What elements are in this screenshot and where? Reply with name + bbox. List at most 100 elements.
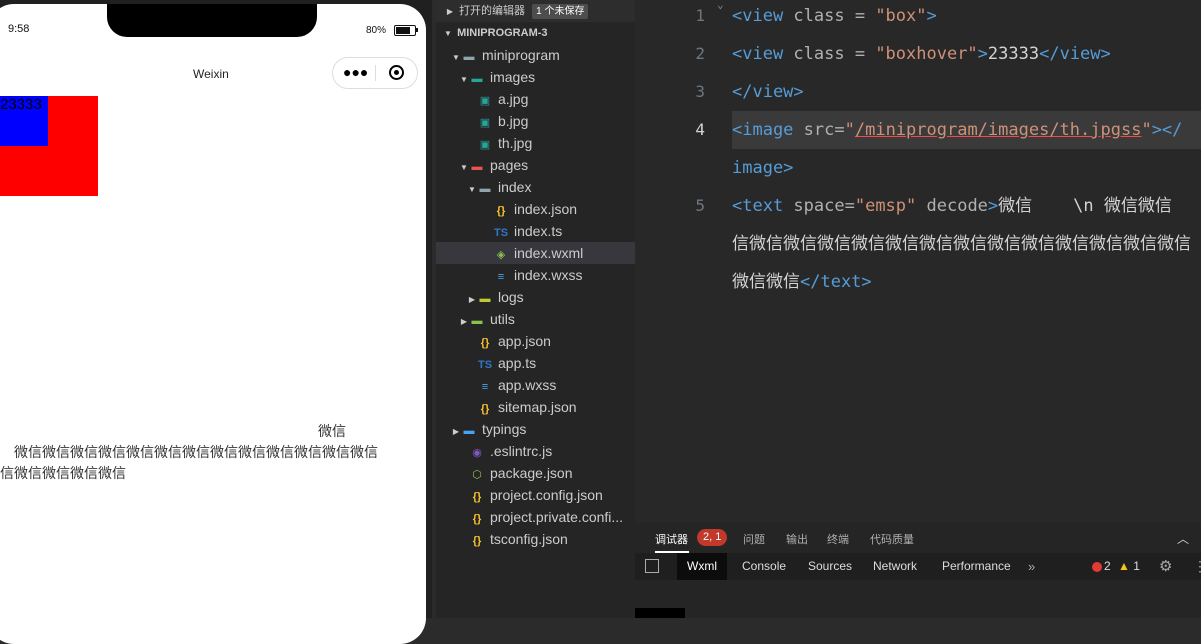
- code-token: >: [977, 44, 988, 64]
- code-line-4: <image src="/miniprogram/images/th.jpgss…: [732, 111, 1182, 149]
- project-header[interactable]: ▼ MINIPROGRAM-3: [436, 22, 635, 44]
- tree-item-label: a.jpg: [498, 91, 529, 107]
- devtools-content: [635, 580, 1201, 618]
- tree-item-label: b.jpg: [498, 113, 529, 129]
- file-explorer: ▶ 打开的编辑器 1 个未保存 ▼ MINIPROGRAM-3 ▼ ▬ minipr…: [436, 0, 635, 618]
- tree-item-label: package.json: [490, 465, 573, 481]
- json-icon: {}: [480, 403, 490, 415]
- json-icon: {}: [472, 491, 482, 503]
- image-folder-icon: ▬: [471, 73, 483, 85]
- tree-item-utils[interactable]: ▶ ▬ utils: [436, 308, 635, 330]
- image-src-path[interactable]: /miniprogram/images/th.jpgss: [855, 120, 1142, 140]
- unsaved-badge: 1 个未保存: [532, 4, 589, 19]
- code-token: 微信微信: [732, 272, 800, 292]
- code-token: 信微信微信微信微信微信微信微信微信微信微信微信微信微信: [732, 234, 1191, 254]
- tree-item-app-wxss[interactable]: ≡ app.wxss: [436, 374, 635, 396]
- code-token: <view: [732, 44, 784, 64]
- code-token: src=: [793, 120, 845, 140]
- text-line: 信微信微信微信微信: [0, 465, 126, 481]
- tab-output[interactable]: 输出: [786, 531, 808, 547]
- error-count-value: 2: [1104, 559, 1111, 573]
- tree-item-label: index: [498, 179, 532, 195]
- tree-item-sitemap-json[interactable]: {} sitemap.json: [436, 396, 635, 418]
- tree-item-index-wxss[interactable]: ≡ index.wxss: [436, 264, 635, 286]
- tree-item-project-config[interactable]: {} project.config.json: [436, 484, 635, 506]
- tab-problems[interactable]: 问题: [743, 531, 765, 547]
- inspect-element-icon[interactable]: [645, 559, 659, 573]
- devtools-indicator: [635, 608, 685, 618]
- tree-item-images[interactable]: ▼ ▬ images: [436, 66, 635, 88]
- tree-item-index-folder[interactable]: ▼ ▬ index: [436, 176, 635, 198]
- tree-item-miniprogram[interactable]: ▼ ▬ miniprogram: [436, 44, 635, 66]
- more-icon[interactable]: ●●●: [343, 64, 368, 80]
- chevron-down-icon: ▼: [444, 29, 452, 38]
- tree-item-index-json[interactable]: {} index.json: [436, 198, 635, 220]
- fold-chevron-icon[interactable]: ⌄: [717, 0, 724, 11]
- tree-item-pages[interactable]: ▼ ▬ pages: [436, 154, 635, 176]
- devtools-tab-sources[interactable]: Sources: [798, 553, 862, 580]
- code-token: >: [987, 196, 999, 216]
- close-target-icon[interactable]: [389, 65, 404, 80]
- status-time: 9:58: [8, 23, 30, 35]
- tree-item-label: project.private.confi...: [490, 509, 624, 525]
- code-token: image>: [732, 158, 794, 178]
- bottom-panel: 调试器 2, 1 问题 输出 终端 代码质量 ︿ Wxml Console So…: [635, 523, 1201, 618]
- gear-icon[interactable]: ⚙: [1159, 553, 1172, 580]
- tree-item-b-jpg[interactable]: ▣ b.jpg: [436, 110, 635, 132]
- devtools-tab-wxml[interactable]: Wxml: [677, 553, 727, 580]
- devtools-tab-performance[interactable]: Performance: [932, 553, 1021, 580]
- code-token: 微信 \n 微信微信: [998, 196, 1172, 216]
- code-editor[interactable]: ⌄ 1 2 3 4 5 <view class = "box"> <view c…: [635, 0, 1201, 523]
- tree-item-package-json[interactable]: ⬡ package.json: [436, 462, 635, 484]
- tab-terminal[interactable]: 终端: [827, 531, 849, 547]
- boxhover-view: 23333: [0, 96, 48, 146]
- json-icon: {}: [480, 337, 490, 349]
- code-line-5: <text space="emsp" decode>微信 \n 微信微信: [732, 187, 1172, 225]
- tree-item-label: index.json: [514, 201, 578, 217]
- tree-item-app-ts[interactable]: TS app.ts: [436, 352, 635, 374]
- folder-icon: ▬: [463, 51, 475, 63]
- tree-item-logs[interactable]: ▶ ▬ logs: [436, 286, 635, 308]
- tab-debugger[interactable]: 调试器: [655, 531, 688, 547]
- warning-count[interactable]: ▲ 1: [1118, 553, 1140, 580]
- devtools-tab-network[interactable]: Network: [863, 553, 927, 580]
- debugger-badge: 2, 1: [697, 529, 728, 546]
- tree-item-project-private-config[interactable]: {} project.private.confi...: [436, 506, 635, 528]
- error-count[interactable]: 2: [1092, 553, 1111, 580]
- image-file-icon: ▣: [479, 139, 491, 151]
- tree-item-label: th.jpg: [498, 135, 533, 151]
- json-icon: {}: [472, 513, 482, 525]
- code-token: ></: [1151, 120, 1183, 140]
- tree-item-eslintrc[interactable]: ◉ .eslintrc.js: [436, 440, 635, 462]
- code-line-2: <view class = "boxhover">23333</view>: [732, 35, 1111, 73]
- tree-item-tsconfig[interactable]: {} tsconfig.json: [436, 528, 635, 550]
- tree-item-index-ts[interactable]: TS index.ts: [436, 220, 635, 242]
- tree-item-label: index.ts: [514, 223, 563, 239]
- tree-item-label: project.config.json: [490, 487, 603, 503]
- code-token: ": [844, 120, 855, 140]
- line-number: 4: [695, 120, 705, 139]
- tree-item-app-json[interactable]: {} app.json: [436, 330, 635, 352]
- json-icon: {}: [472, 535, 482, 547]
- more-tabs-icon[interactable]: »: [1028, 553, 1035, 580]
- code-token: class =: [783, 44, 876, 64]
- tree-item-label: index.wxss: [514, 267, 583, 283]
- tree-item-label: logs: [498, 289, 524, 305]
- line-number: 1: [695, 6, 705, 25]
- code-token: 23333: [987, 44, 1040, 64]
- tree-item-typings[interactable]: ▶ ▬ typings: [436, 418, 635, 440]
- open-editors-header[interactable]: ▶ 打开的编辑器 1 个未保存: [436, 0, 635, 22]
- code-token: "box": [875, 6, 927, 26]
- tree-item-label: images: [490, 69, 536, 85]
- code-line-4-wrap: image>: [732, 149, 793, 187]
- warning-icon: ▲: [1118, 559, 1130, 573]
- menu-capsule[interactable]: ●●●: [332, 57, 418, 89]
- devtools-tab-console[interactable]: Console: [732, 553, 796, 580]
- tree-item-a-jpg[interactable]: ▣ a.jpg: [436, 88, 635, 110]
- tree-item-label: utils: [490, 311, 515, 327]
- kebab-menu-icon[interactable]: ⋮: [1193, 553, 1201, 580]
- tree-item-index-wxml[interactable]: ◈ index.wxml: [436, 242, 635, 264]
- tree-item-th-jpg[interactable]: ▣ th.jpg: [436, 132, 635, 154]
- chevron-up-icon[interactable]: ︿: [1177, 530, 1189, 547]
- tab-code-quality[interactable]: 代码质量: [870, 531, 914, 547]
